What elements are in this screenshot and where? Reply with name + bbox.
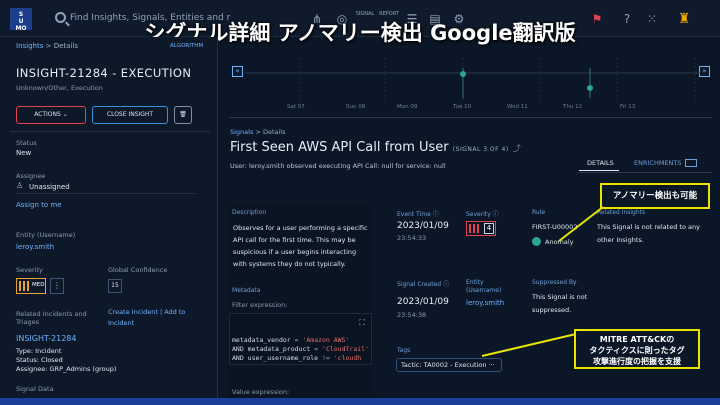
timeline-tick: Fri 13	[620, 104, 636, 110]
divider	[229, 117, 712, 118]
event-time-label: Event Time ⓘ	[397, 211, 439, 218]
timeline-tick: Wed 11	[507, 104, 528, 110]
mitre-callout-pointer	[481, 333, 577, 357]
delete-icon[interactable]: 🗑	[174, 106, 192, 124]
timeline-tick: Mon 09	[397, 104, 418, 110]
severity-badge: MED	[16, 278, 46, 294]
signal-entity-link[interactable]: leroy.smith	[466, 299, 504, 307]
entity-label: Entity (Username)	[16, 231, 76, 239]
add-to-incident-link[interactable]: Incident	[108, 319, 134, 327]
event-time-value: 23:54:33	[397, 234, 427, 242]
assignee-label: Assignee	[16, 172, 46, 180]
signal-data-label: Signal Data	[16, 385, 54, 393]
related-incident-link[interactable]: INSIGHT-21284	[16, 334, 76, 343]
signal-summary: User: leroy.smith observed executing API…	[230, 162, 446, 170]
code-line: metadata_vendor = 'Amazon AWS'	[232, 336, 350, 344]
divider	[10, 131, 210, 132]
timeline-signal-marker[interactable]	[460, 71, 466, 77]
related-status: Status: Closed	[16, 356, 63, 364]
bottom-bar	[0, 398, 720, 405]
timeline-prev-button[interactable]: «	[232, 66, 243, 77]
divider	[16, 193, 196, 194]
assignee-value[interactable]: Unassigned	[29, 183, 70, 191]
description-label: Description	[232, 209, 267, 216]
signal-entity-label: Entity	[466, 279, 484, 286]
breadcrumb: Insights > Details	[16, 42, 78, 50]
divider	[579, 172, 712, 173]
global-confidence-value: 15	[108, 279, 122, 293]
info-icon: ⓘ	[443, 281, 450, 288]
breadcrumb-insights-link[interactable]: Insights	[16, 42, 43, 50]
timeline-tick: Tue 10	[453, 104, 472, 110]
severity-value: MED	[32, 282, 45, 288]
more-icon[interactable]: ···	[489, 361, 495, 369]
code-line: AND metadata_product = 'CloudTrail'	[232, 345, 369, 353]
status-label: Status	[16, 139, 37, 147]
suppressed-by-label: Suppressed By	[532, 279, 577, 286]
breadcrumb-signals-link[interactable]: Signals	[230, 128, 253, 136]
filter-expression-label: Filter expression:	[232, 301, 288, 309]
algorithm-label[interactable]: ALGORITHM	[170, 43, 203, 49]
signal-severity-value: 4	[484, 223, 494, 234]
info-icon: ⓘ	[432, 211, 439, 218]
anomaly-callout-pointer	[558, 206, 604, 242]
signal-created-date: 2023/01/09	[397, 297, 449, 307]
mitre-callout: MITRE ATT&CKの タクティクスに則ったタグ 攻撃進行度の把握を支援	[574, 329, 700, 369]
severity-label: Severity	[16, 266, 43, 274]
filter-expression-code[interactable]: ⛶ metadata_vendor = 'Amazon AWS' AND met…	[229, 313, 372, 365]
timeline-chart	[245, 58, 700, 103]
suppressed-text: This Signal is not suppressed.	[532, 293, 588, 314]
global-confidence-label: Global Confidence	[108, 266, 168, 274]
signal-created-label: Signal Created ⓘ	[397, 281, 450, 288]
active-tab-indicator	[579, 170, 619, 171]
anomaly-callout: アノマリー検出も可能	[600, 183, 710, 209]
timeline-tick: Sun 08	[346, 104, 366, 110]
metadata-label: Metadata	[232, 287, 261, 294]
page-title: INSIGHT-21284 - EXECUTION	[16, 66, 192, 80]
related-assignee: Assignee: GRP_Admins (group)	[16, 365, 117, 373]
more-options-icon[interactable]: ⋮	[50, 278, 64, 294]
assign-to-me-link[interactable]: Assign to me	[16, 201, 62, 209]
related-type: Type: Incident	[16, 347, 62, 355]
link-icon[interactable]: ⤴	[513, 144, 521, 153]
signal-entity-sublabel: (Username)	[466, 287, 502, 294]
related-incidents-label-2: Triages	[16, 318, 39, 326]
signal-title: First Seen AWS API Call from User (SIGNA…	[230, 140, 521, 155]
value-expression-label: Value expression:	[232, 388, 290, 396]
rule-label: Rule	[532, 209, 546, 216]
timeline-signal-marker[interactable]	[587, 85, 593, 91]
event-date-value: 2023/01/09	[397, 221, 449, 231]
timeline-tick: Sat 07	[287, 104, 305, 110]
tab-enrichments[interactable]: ENRICHMENTS	[634, 159, 682, 167]
related-incidents-label: Related Incidents and	[16, 310, 87, 318]
signal-created-time: 23:54:38	[397, 311, 427, 319]
signal-breadcrumb: Signals > Details	[230, 128, 286, 136]
status-value[interactable]: New	[16, 149, 31, 157]
actions-button[interactable]: ACTIONS ⌄	[16, 106, 86, 124]
signal-severity-label: Severity ⓘ	[466, 211, 499, 218]
enrichments-count-badge	[685, 159, 697, 167]
tab-details[interactable]: DETAILS	[587, 159, 614, 167]
entity-value-link[interactable]: leroy.smith	[16, 243, 54, 251]
chevron-down-icon: ⌄	[62, 111, 68, 118]
user-icon: ♙	[16, 181, 24, 190]
timeline-tick: Thu 12	[563, 104, 583, 110]
timeline-next-button[interactable]: »	[699, 66, 710, 77]
expand-icon[interactable]: ⛶	[359, 318, 365, 328]
info-icon: ⓘ	[492, 211, 499, 218]
signal-severity-badge: 4	[466, 221, 496, 236]
description-text: Observes for a user performing a specifi…	[233, 224, 368, 268]
create-incident-link[interactable]: Create Incident | Add to	[108, 308, 185, 316]
anomaly-icon	[532, 237, 541, 246]
tags-label: Tags	[397, 347, 411, 354]
signal-counter: (SIGNAL 3 OF 4)	[452, 146, 509, 153]
tag-chip[interactable]: Tactic: TA0002 - Execution ···	[396, 358, 502, 372]
close-insight-button[interactable]: CLOSE INSIGHT	[92, 106, 168, 124]
insight-subtitle: Unknown/Other, Execution	[16, 84, 103, 92]
code-line: AND user_username_role != 'cloudh	[232, 354, 362, 362]
